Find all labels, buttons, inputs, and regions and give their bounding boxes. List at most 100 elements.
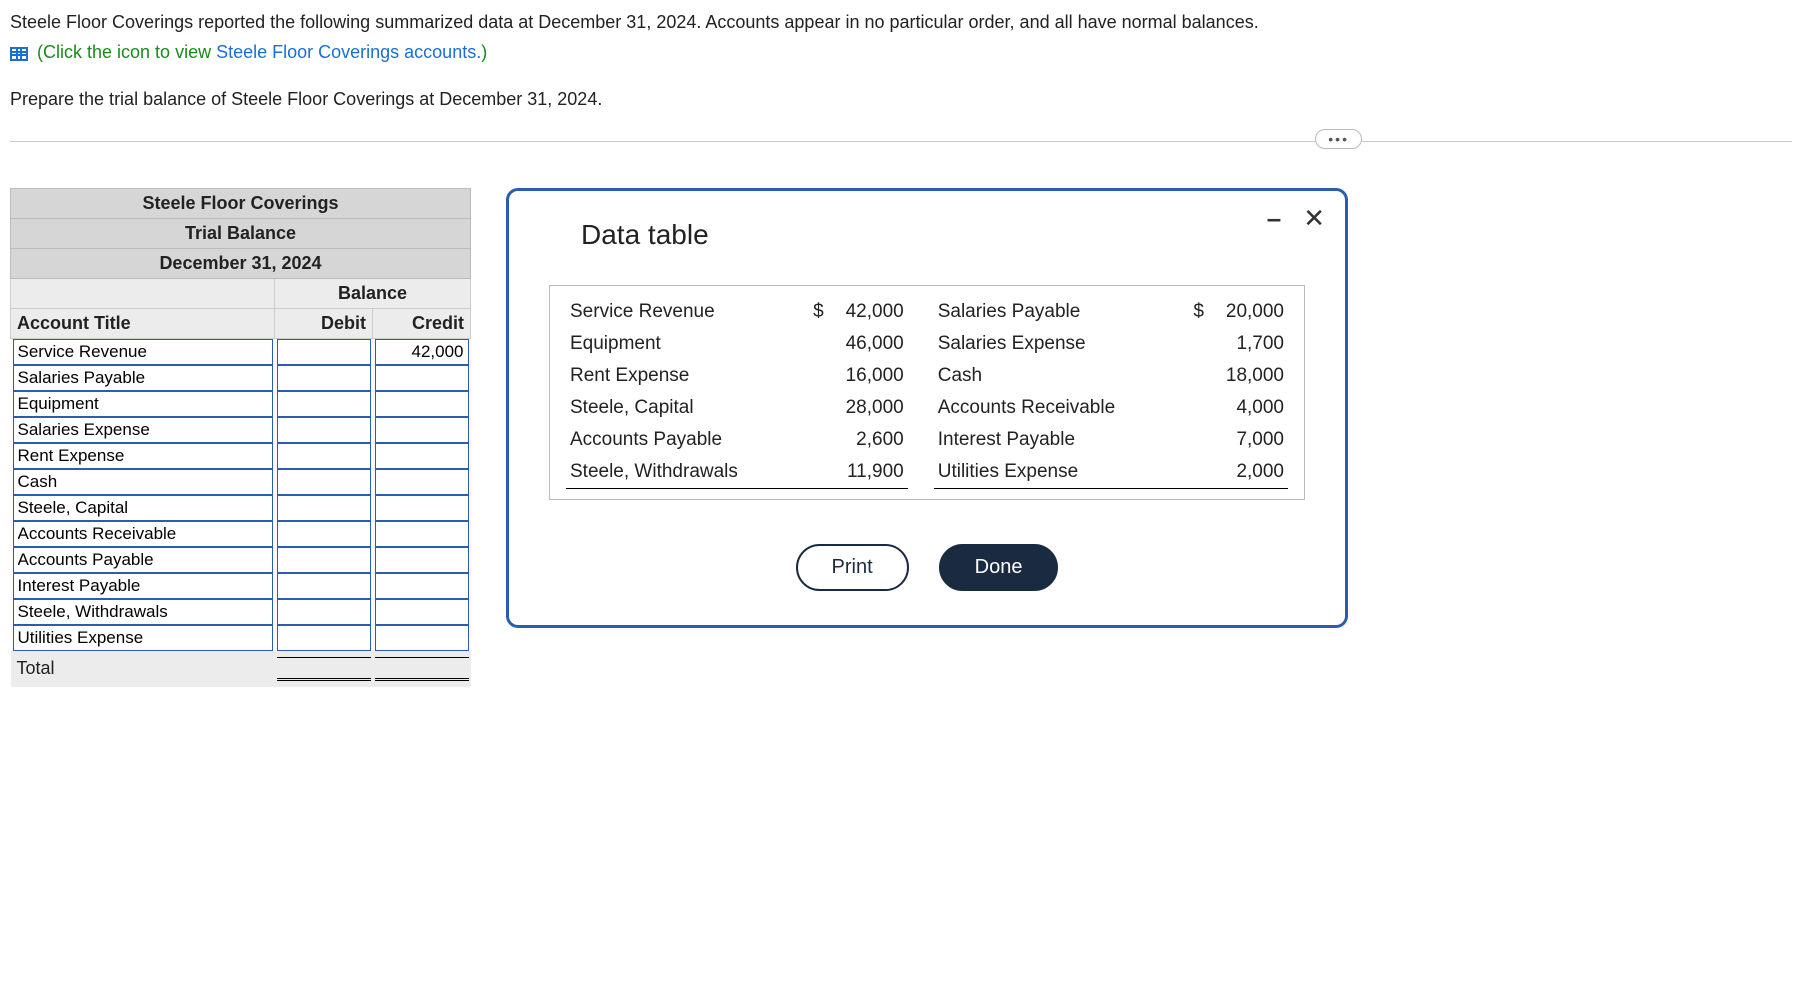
debit-input[interactable] [277, 469, 371, 495]
tb-title: Trial Balance [11, 218, 471, 248]
trial-balance-table: Steele Floor Coverings Trial Balance Dec… [10, 188, 471, 687]
account-title-input[interactable] [13, 391, 273, 417]
tb-total-credit [375, 657, 469, 681]
debit-input[interactable] [277, 391, 371, 417]
click-prefix: (Click the icon to view [37, 42, 216, 62]
data-right-value: 18,000 [1208, 360, 1288, 392]
debit-input[interactable] [277, 573, 371, 599]
intro-line-1: Steele Floor Coverings reported the foll… [10, 10, 1792, 34]
tb-total-label: Total [11, 651, 275, 687]
tb-row [11, 469, 471, 495]
debit-input[interactable] [277, 443, 371, 469]
data-left-label: Rent Expense [566, 360, 798, 392]
account-title-input[interactable] [13, 417, 273, 443]
account-title-input[interactable] [13, 443, 273, 469]
data-right-value: 4,000 [1208, 392, 1288, 424]
credit-input[interactable] [375, 521, 469, 547]
credit-input[interactable] [375, 625, 469, 651]
data-row: Steele, Capital28,000Accounts Receivable… [566, 392, 1288, 424]
currency-symbol [798, 328, 828, 360]
currency-symbol [798, 424, 828, 456]
tb-row [11, 573, 471, 599]
debit-input[interactable] [277, 365, 371, 391]
grid-icon[interactable] [10, 47, 28, 61]
currency-symbol [1178, 360, 1208, 392]
credit-input[interactable] [375, 417, 469, 443]
data-left-label: Service Revenue [566, 296, 798, 328]
tb-row [11, 391, 471, 417]
tb-row [11, 521, 471, 547]
account-title-input[interactable] [13, 495, 273, 521]
account-title-input[interactable] [13, 573, 273, 599]
tb-date: December 31, 2024 [11, 248, 471, 278]
data-row: Service Revenue$42,000Salaries Payable$2… [566, 296, 1288, 328]
done-button[interactable]: Done [939, 544, 1059, 591]
more-options-pill[interactable]: ••• [1315, 129, 1362, 149]
tb-row [11, 338, 471, 365]
minimize-icon[interactable]: – [1267, 205, 1281, 231]
account-title-input[interactable] [13, 547, 273, 573]
debit-input[interactable] [277, 339, 371, 365]
data-left-value: 46,000 [828, 328, 908, 360]
account-title-input[interactable] [13, 625, 273, 651]
tb-row [11, 625, 471, 651]
tb-row [11, 547, 471, 573]
data-panel: Service Revenue$42,000Salaries Payable$2… [549, 285, 1305, 500]
data-right-value: 7,000 [1208, 424, 1288, 456]
credit-input[interactable] [375, 599, 469, 625]
data-left-label: Steele, Capital [566, 392, 798, 424]
tb-row [11, 599, 471, 625]
data-left-label: Equipment [566, 328, 798, 360]
tb-total-debit [277, 657, 371, 681]
data-right-label: Interest Payable [934, 424, 1178, 456]
currency-symbol [798, 456, 828, 489]
credit-input[interactable] [375, 547, 469, 573]
data-left-label: Accounts Payable [566, 424, 798, 456]
tb-row [11, 495, 471, 521]
tb-company: Steele Floor Coverings [11, 188, 471, 218]
tb-row [11, 443, 471, 469]
account-title-input[interactable] [13, 469, 273, 495]
account-title-input[interactable] [13, 599, 273, 625]
data-left-value: 16,000 [828, 360, 908, 392]
account-title-input[interactable] [13, 365, 273, 391]
data-row: Rent Expense16,000Cash18,000 [566, 360, 1288, 392]
data-right-value: 2,000 [1208, 456, 1288, 489]
data-table: Service Revenue$42,000Salaries Payable$2… [566, 296, 1288, 489]
credit-input[interactable] [375, 443, 469, 469]
debit-input[interactable] [277, 599, 371, 625]
data-left-value: 28,000 [828, 392, 908, 424]
modal-title: Data table [581, 219, 1305, 251]
debit-input[interactable] [277, 495, 371, 521]
debit-input[interactable] [277, 547, 371, 573]
tb-row [11, 365, 471, 391]
tb-row [11, 417, 471, 443]
data-row: Accounts Payable2,600Interest Payable7,0… [566, 424, 1288, 456]
currency-symbol [798, 392, 828, 424]
debit-input[interactable] [277, 625, 371, 651]
debit-input[interactable] [277, 417, 371, 443]
close-icon[interactable]: ✕ [1303, 205, 1325, 231]
credit-input[interactable] [375, 573, 469, 599]
problem-intro: Steele Floor Coverings reported the foll… [10, 10, 1792, 111]
credit-input[interactable] [375, 391, 469, 417]
data-right-label: Salaries Expense [934, 328, 1178, 360]
account-title-input[interactable] [13, 521, 273, 547]
credit-input[interactable] [375, 469, 469, 495]
data-row: Steele, Withdrawals11,900Utilities Expen… [566, 456, 1288, 489]
credit-input[interactable] [375, 495, 469, 521]
currency-symbol [798, 360, 828, 392]
tb-balance-header: Balance [275, 278, 471, 308]
tb-col-account: Account Title [11, 308, 275, 338]
accounts-link[interactable]: Steele Floor Coverings accounts. [216, 42, 481, 62]
debit-input[interactable] [277, 521, 371, 547]
credit-input[interactable] [375, 339, 469, 365]
tb-col-credit: Credit [373, 308, 471, 338]
account-title-input[interactable] [13, 339, 273, 365]
print-button[interactable]: Print [796, 544, 909, 591]
data-table-modal: – ✕ Data table Service Revenue$42,000Sal… [506, 188, 1348, 628]
click-to-view-line: (Click the icon to view Steele Floor Cov… [10, 40, 1792, 64]
currency-symbol [1178, 392, 1208, 424]
section-divider [10, 141, 1792, 142]
credit-input[interactable] [375, 365, 469, 391]
